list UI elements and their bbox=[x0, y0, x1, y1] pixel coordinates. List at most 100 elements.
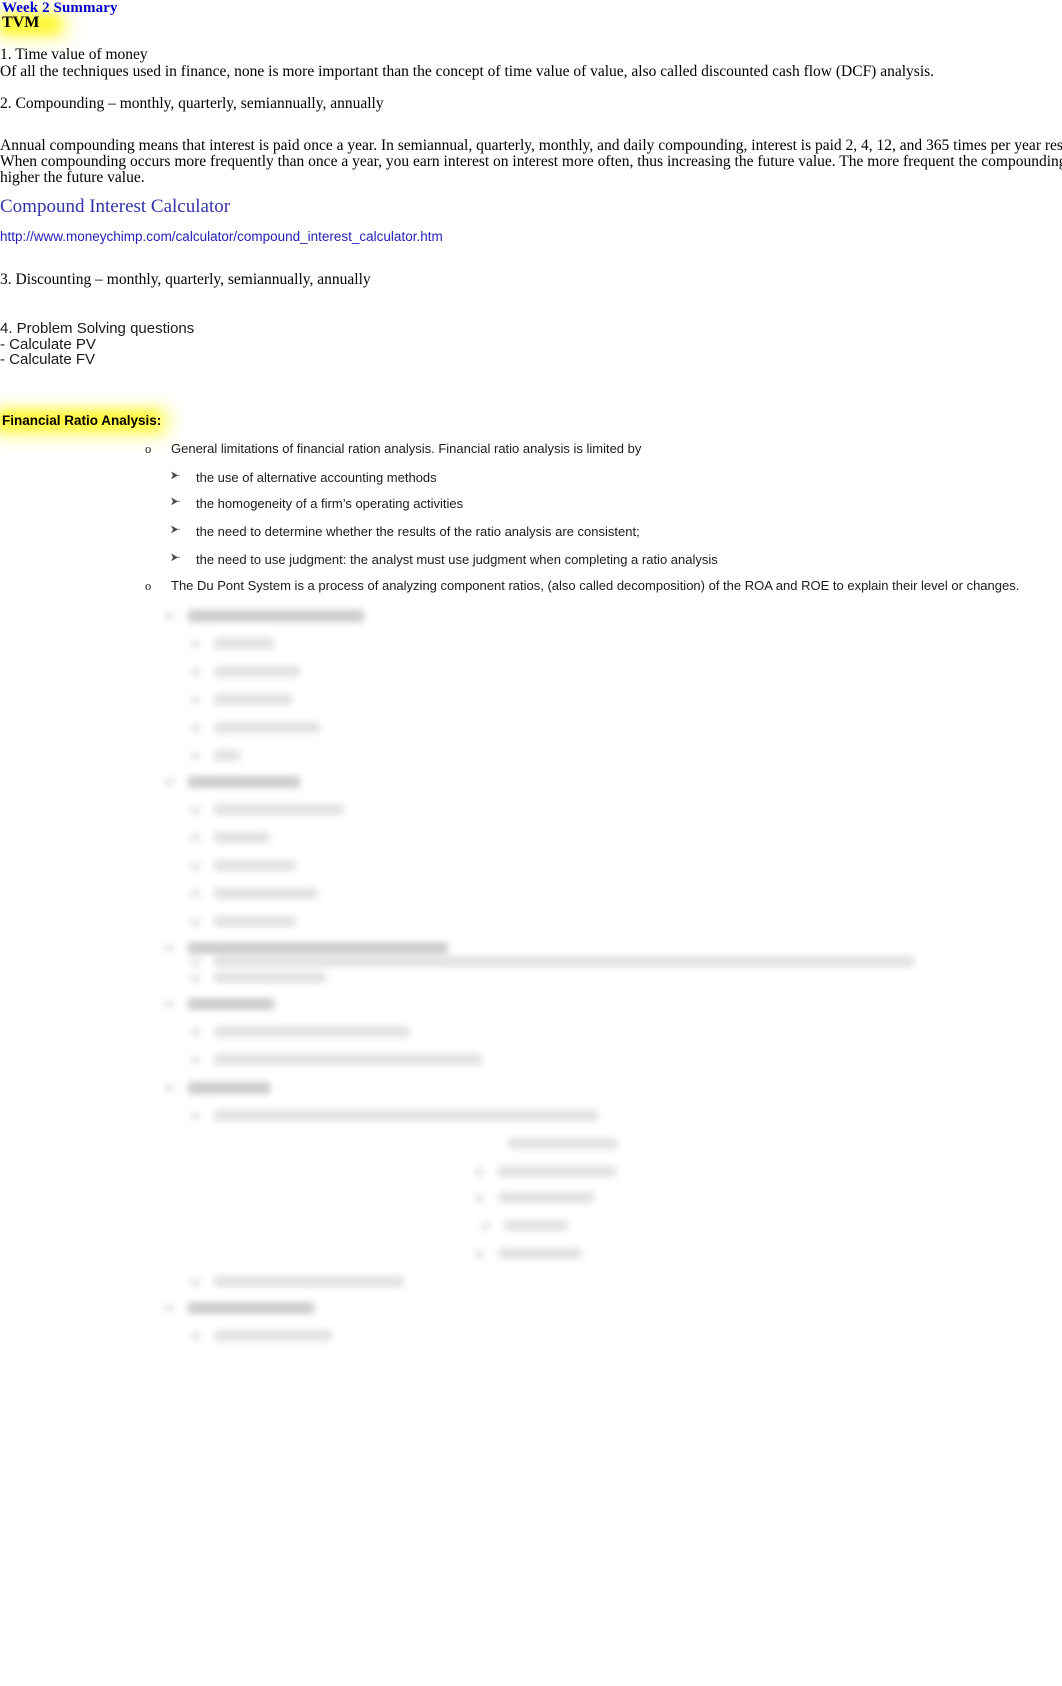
redacted-outline-row bbox=[191, 956, 914, 967]
redacted-outline-row bbox=[191, 1054, 482, 1065]
section-2-paragraph-2: When compounding occurs more frequently … bbox=[0, 153, 1062, 170]
redacted-bullet-marker bbox=[191, 889, 200, 898]
redacted-text-bar bbox=[498, 1248, 582, 1259]
redacted-bullet-marker bbox=[191, 1111, 200, 1120]
redacted-text-bar bbox=[214, 832, 270, 843]
chevron-right-icon bbox=[170, 524, 196, 535]
compound-interest-calculator-heading: Compound Interest Calculator bbox=[0, 196, 231, 217]
redacted-text-bar bbox=[214, 722, 320, 733]
redacted-text-bar bbox=[214, 1026, 410, 1037]
list-item-label: The Du Pont System is a process of analy… bbox=[171, 578, 1020, 593]
chevron-right-icon bbox=[170, 552, 196, 563]
list-item-label: the need to determine whether the result… bbox=[196, 524, 640, 539]
section-3-heading: 3. Discounting – monthly, quarterly, sem… bbox=[0, 271, 371, 288]
redacted-bullet-marker bbox=[191, 667, 200, 676]
redacted-text-bar bbox=[214, 916, 296, 927]
list-item-label: General limitations of financial ration … bbox=[171, 441, 642, 456]
redacted-bullet-marker bbox=[191, 751, 200, 760]
redacted-text-bar bbox=[214, 804, 344, 815]
redacted-text-bar bbox=[214, 860, 296, 871]
redacted-bullet-marker bbox=[475, 1249, 484, 1258]
bullet-marker-o: o bbox=[145, 442, 152, 456]
section-4-item-calculate-fv: - Calculate FV bbox=[0, 351, 96, 368]
redacted-outline-row bbox=[191, 694, 292, 705]
redacted-text-bar bbox=[214, 1276, 404, 1287]
redacted-text-bar bbox=[508, 1138, 618, 1149]
redacted-bullet-marker bbox=[191, 1277, 200, 1286]
redacted-text-bar bbox=[188, 942, 448, 954]
redacted-outline-row bbox=[191, 1026, 410, 1037]
redacted-bullet-marker bbox=[191, 917, 200, 926]
redacted-outline-row bbox=[475, 1192, 594, 1203]
redacted-text-bar bbox=[498, 1192, 594, 1203]
redacted-outline-row bbox=[191, 722, 320, 733]
compound-interest-calculator-link[interactable]: http://www.moneychimp.com/calculator/com… bbox=[0, 229, 443, 244]
redacted-outline-row bbox=[165, 1082, 270, 1094]
redacted-outline-row bbox=[191, 804, 344, 815]
section-2-heading: 2. Compounding – monthly, quarterly, sem… bbox=[0, 95, 384, 112]
chevron-right-icon bbox=[170, 470, 196, 481]
redacted-bullet-marker bbox=[191, 1055, 200, 1064]
redacted-outline-row bbox=[191, 750, 240, 761]
redacted-bullet-marker bbox=[191, 973, 200, 982]
redacted-bullet-marker bbox=[191, 957, 200, 966]
chevron-right-icon bbox=[170, 496, 196, 507]
section-1-body: Of all the techniques used in finance, n… bbox=[0, 63, 935, 80]
redacted-text-bar bbox=[214, 956, 914, 967]
bullet-marker-o: o bbox=[145, 579, 152, 593]
list-item: o General limitations of financial ratio… bbox=[145, 441, 641, 457]
redacted-outline-row bbox=[191, 1330, 332, 1341]
list-item: the homogeneity of a firm’s operating ac… bbox=[170, 496, 463, 511]
redacted-bullet-marker bbox=[165, 612, 174, 620]
redacted-bullet-marker bbox=[191, 861, 200, 870]
redacted-text-bar bbox=[214, 638, 274, 649]
redacted-outline-row bbox=[165, 610, 364, 622]
redacted-outline-row bbox=[191, 666, 300, 677]
redacted-outline-row bbox=[191, 638, 274, 649]
redacted-text-bar bbox=[188, 610, 364, 622]
redacted-outline-row bbox=[481, 1220, 568, 1231]
redacted-text-bar bbox=[188, 1082, 270, 1094]
document-page: Week 2 Summary TVM 1. Time value of mone… bbox=[0, 0, 1062, 1686]
redacted-bullet-marker bbox=[191, 1027, 200, 1036]
redacted-text-bar bbox=[498, 1166, 616, 1177]
redacted-bullet-marker bbox=[165, 944, 174, 952]
redacted-text-bar bbox=[188, 998, 274, 1010]
list-item: the use of alternative accounting method… bbox=[170, 470, 437, 485]
redacted-text-bar bbox=[214, 1110, 598, 1121]
redacted-outline-row bbox=[485, 1138, 618, 1149]
redacted-bullet-marker bbox=[165, 1304, 174, 1312]
redacted-text-bar bbox=[214, 694, 292, 705]
list-item-label: the use of alternative accounting method… bbox=[196, 470, 437, 485]
list-item-label: the need to use judgment: the analyst mu… bbox=[196, 552, 718, 567]
redacted-text-bar bbox=[214, 972, 326, 983]
redacted-outline-row bbox=[475, 1248, 582, 1259]
redacted-outline-row bbox=[191, 1276, 404, 1287]
redacted-bullet-marker bbox=[165, 778, 174, 786]
redacted-text-bar bbox=[188, 776, 300, 788]
redacted-text-bar bbox=[214, 1054, 482, 1065]
redacted-text-bar bbox=[214, 1330, 332, 1341]
redacted-outline-row bbox=[191, 860, 296, 871]
redacted-bullet-marker bbox=[191, 695, 200, 704]
redacted-bullet-marker bbox=[191, 639, 200, 648]
redacted-outline-row bbox=[191, 888, 318, 899]
financial-ratio-analysis-heading: Financial Ratio Analysis: bbox=[2, 413, 162, 428]
redacted-text-bar bbox=[214, 666, 300, 677]
redacted-bullet-marker bbox=[191, 805, 200, 814]
redacted-text-bar bbox=[214, 888, 318, 899]
redacted-outline-row bbox=[191, 972, 326, 983]
redacted-bullet-marker bbox=[475, 1167, 484, 1176]
redacted-bullet-marker bbox=[475, 1193, 484, 1202]
redacted-outline-row bbox=[165, 776, 300, 788]
redacted-outline-row bbox=[165, 998, 274, 1010]
list-item-label: the homogeneity of a firm’s operating ac… bbox=[196, 496, 464, 511]
redacted-text-bar bbox=[188, 1302, 314, 1314]
redacted-outline-row bbox=[191, 832, 270, 843]
redacted-outline-row bbox=[165, 942, 448, 954]
redacted-bullet-marker bbox=[165, 1000, 174, 1008]
redacted-text-bar bbox=[214, 750, 240, 761]
redacted-outline-row bbox=[191, 916, 296, 927]
redacted-outline-row bbox=[475, 1166, 616, 1177]
redacted-outline-row bbox=[165, 1302, 314, 1314]
